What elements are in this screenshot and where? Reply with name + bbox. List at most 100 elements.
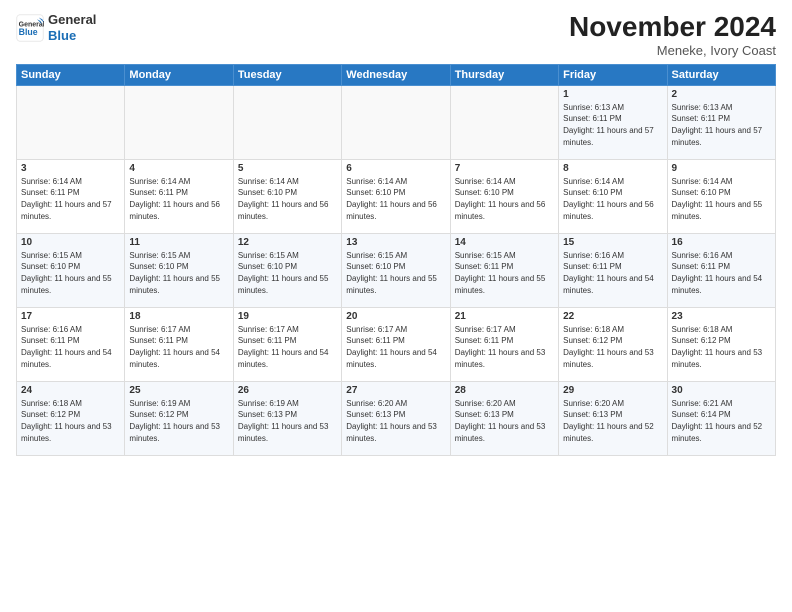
month-title: November 2024 bbox=[569, 12, 776, 43]
day-number: 28 bbox=[455, 385, 554, 396]
day-info: Sunrise: 6:15 AM Sunset: 6:10 PM Dayligh… bbox=[238, 250, 337, 296]
day-info: Sunrise: 6:21 AM Sunset: 6:14 PM Dayligh… bbox=[672, 398, 771, 444]
calendar-cell: 23Sunrise: 6:18 AM Sunset: 6:12 PM Dayli… bbox=[667, 307, 775, 381]
day-info: Sunrise: 6:16 AM Sunset: 6:11 PM Dayligh… bbox=[563, 250, 662, 296]
calendar-cell: 2Sunrise: 6:13 AM Sunset: 6:11 PM Daylig… bbox=[667, 85, 775, 159]
header-thursday: Thursday bbox=[450, 64, 558, 85]
calendar-cell: 10 Sunrise: 6:15 AM Sunset: 6:10 PM Dayli… bbox=[17, 233, 125, 307]
day-number: 6 bbox=[346, 163, 445, 174]
day-info: Sunrise: 6:14 AM Sunset: 6:11 PM Dayligh… bbox=[129, 176, 228, 222]
logo: General Blue General Blue bbox=[16, 12, 96, 43]
day-info: Sunrise: 6:18 AM Sunset: 6:12 PM Dayligh… bbox=[21, 398, 120, 444]
page: General Blue General Blue November 2024 … bbox=[0, 0, 792, 612]
svg-text:Blue: Blue bbox=[19, 27, 38, 37]
day-number: 8 bbox=[563, 163, 662, 174]
day-number: 16 bbox=[672, 237, 771, 248]
day-number: 17 bbox=[21, 311, 120, 322]
day-number: 27 bbox=[346, 385, 445, 396]
calendar-header: Sunday Monday Tuesday Wednesday Thursday… bbox=[17, 64, 776, 85]
day-info: Sunrise: 6:14 AM Sunset: 6:11 PM Dayligh… bbox=[21, 176, 120, 222]
day-number: 3 bbox=[21, 163, 120, 174]
day-info: Sunrise: 6:19 AM Sunset: 6:13 PM Dayligh… bbox=[238, 398, 337, 444]
day-number: 20 bbox=[346, 311, 445, 322]
calendar-cell: 5 Sunrise: 6:14 AM Sunset: 6:10 PM Daylig… bbox=[233, 159, 341, 233]
logo-blue: Blue bbox=[48, 28, 96, 44]
calendar-week-1: 1Sunrise: 6:13 AM Sunset: 6:11 PM Daylig… bbox=[17, 85, 776, 159]
day-number: 5 bbox=[238, 163, 337, 174]
calendar-cell: 21 Sunrise: 6:17 AM Sunset: 6:11 PM Dayli… bbox=[450, 307, 558, 381]
day-info: Sunrise: 6:14 AM Sunset: 6:10 PM Dayligh… bbox=[672, 176, 771, 222]
calendar-cell: 12 Sunrise: 6:15 AM Sunset: 6:10 PM Dayli… bbox=[233, 233, 341, 307]
day-info: Sunrise: 6:14 AM Sunset: 6:10 PM Dayligh… bbox=[455, 176, 554, 222]
logo-general: General bbox=[48, 12, 96, 28]
calendar-cell: 19 Sunrise: 6:17 AM Sunset: 6:11 PM Dayli… bbox=[233, 307, 341, 381]
day-number: 10 bbox=[21, 237, 120, 248]
day-info: Sunrise: 6:14 AM Sunset: 6:10 PM Dayligh… bbox=[238, 176, 337, 222]
calendar-week-3: 10 Sunrise: 6:15 AM Sunset: 6:10 PM Dayli… bbox=[17, 233, 776, 307]
calendar-cell: 30 Sunrise: 6:21 AM Sunset: 6:14 PM Dayli… bbox=[667, 381, 775, 455]
calendar-week-2: 3 Sunrise: 6:14 AM Sunset: 6:11 PM Daylig… bbox=[17, 159, 776, 233]
day-number: 21 bbox=[455, 311, 554, 322]
calendar-cell bbox=[233, 85, 341, 159]
calendar-cell: 13 Sunrise: 6:15 AM Sunset: 6:10 PM Dayli… bbox=[342, 233, 450, 307]
calendar-cell: 26 Sunrise: 6:19 AM Sunset: 6:13 PM Dayli… bbox=[233, 381, 341, 455]
day-number: 13 bbox=[346, 237, 445, 248]
calendar-cell: 28 Sunrise: 6:20 AM Sunset: 6:13 PM Dayli… bbox=[450, 381, 558, 455]
day-info: Sunrise: 6:15 AM Sunset: 6:10 PM Dayligh… bbox=[129, 250, 228, 296]
calendar-cell: 9 Sunrise: 6:14 AM Sunset: 6:10 PM Daylig… bbox=[667, 159, 775, 233]
day-info: Sunrise: 6:14 AM Sunset: 6:10 PM Dayligh… bbox=[563, 176, 662, 222]
day-number: 24 bbox=[21, 385, 120, 396]
calendar-week-4: 17 Sunrise: 6:16 AM Sunset: 6:11 PM Dayli… bbox=[17, 307, 776, 381]
calendar-cell: 7 Sunrise: 6:14 AM Sunset: 6:10 PM Daylig… bbox=[450, 159, 558, 233]
day-number: 26 bbox=[238, 385, 337, 396]
header: General Blue General Blue November 2024 … bbox=[16, 12, 776, 58]
day-info: Sunrise: 6:18 AM Sunset: 6:12 PM Dayligh… bbox=[563, 324, 662, 370]
day-number: 29 bbox=[563, 385, 662, 396]
day-info: Sunrise: 6:14 AM Sunset: 6:10 PM Dayligh… bbox=[346, 176, 445, 222]
day-number: 23 bbox=[672, 311, 771, 322]
day-info: Sunrise: 6:17 AM Sunset: 6:11 PM Dayligh… bbox=[238, 324, 337, 370]
calendar-week-5: 24 Sunrise: 6:18 AM Sunset: 6:12 PM Dayli… bbox=[17, 381, 776, 455]
calendar-cell: 16 Sunrise: 6:16 AM Sunset: 6:11 PM Dayli… bbox=[667, 233, 775, 307]
calendar-cell: 15Sunrise: 6:16 AM Sunset: 6:11 PM Dayli… bbox=[559, 233, 667, 307]
day-number: 11 bbox=[129, 237, 228, 248]
day-number: 18 bbox=[129, 311, 228, 322]
calendar-cell: 4 Sunrise: 6:14 AM Sunset: 6:11 PM Daylig… bbox=[125, 159, 233, 233]
day-number: 25 bbox=[129, 385, 228, 396]
calendar-cell bbox=[450, 85, 558, 159]
day-info: Sunrise: 6:16 AM Sunset: 6:11 PM Dayligh… bbox=[21, 324, 120, 370]
location-subtitle: Meneke, Ivory Coast bbox=[569, 43, 776, 58]
day-number: 30 bbox=[672, 385, 771, 396]
day-info: Sunrise: 6:20 AM Sunset: 6:13 PM Dayligh… bbox=[346, 398, 445, 444]
header-tuesday: Tuesday bbox=[233, 64, 341, 85]
header-sunday: Sunday bbox=[17, 64, 125, 85]
calendar-cell: 17 Sunrise: 6:16 AM Sunset: 6:11 PM Dayli… bbox=[17, 307, 125, 381]
calendar-cell: 24 Sunrise: 6:18 AM Sunset: 6:12 PM Dayli… bbox=[17, 381, 125, 455]
calendar-cell: 22Sunrise: 6:18 AM Sunset: 6:12 PM Dayli… bbox=[559, 307, 667, 381]
calendar-cell bbox=[17, 85, 125, 159]
day-info: Sunrise: 6:15 AM Sunset: 6:10 PM Dayligh… bbox=[21, 250, 120, 296]
day-info: Sunrise: 6:16 AM Sunset: 6:11 PM Dayligh… bbox=[672, 250, 771, 296]
day-number: 4 bbox=[129, 163, 228, 174]
day-info: Sunrise: 6:20 AM Sunset: 6:13 PM Dayligh… bbox=[455, 398, 554, 444]
day-info: Sunrise: 6:19 AM Sunset: 6:12 PM Dayligh… bbox=[129, 398, 228, 444]
logo-text: General Blue bbox=[48, 12, 96, 43]
header-row: Sunday Monday Tuesday Wednesday Thursday… bbox=[17, 64, 776, 85]
calendar-cell: 25 Sunrise: 6:19 AM Sunset: 6:12 PM Dayli… bbox=[125, 381, 233, 455]
day-info: Sunrise: 6:17 AM Sunset: 6:11 PM Dayligh… bbox=[455, 324, 554, 370]
day-number: 12 bbox=[238, 237, 337, 248]
day-info: Sunrise: 6:20 AM Sunset: 6:13 PM Dayligh… bbox=[563, 398, 662, 444]
calendar-cell: 18Sunrise: 6:17 AM Sunset: 6:11 PM Dayli… bbox=[125, 307, 233, 381]
day-number: 7 bbox=[455, 163, 554, 174]
header-monday: Monday bbox=[125, 64, 233, 85]
title-block: November 2024 Meneke, Ivory Coast bbox=[569, 12, 776, 58]
day-number: 9 bbox=[672, 163, 771, 174]
header-saturday: Saturday bbox=[667, 64, 775, 85]
header-wednesday: Wednesday bbox=[342, 64, 450, 85]
day-number: 1 bbox=[563, 89, 662, 100]
day-info: Sunrise: 6:15 AM Sunset: 6:10 PM Dayligh… bbox=[346, 250, 445, 296]
calendar-cell: 3 Sunrise: 6:14 AM Sunset: 6:11 PM Daylig… bbox=[17, 159, 125, 233]
day-number: 19 bbox=[238, 311, 337, 322]
calendar-cell: 11 Sunrise: 6:15 AM Sunset: 6:10 PM Dayli… bbox=[125, 233, 233, 307]
calendar-cell: 14Sunrise: 6:15 AM Sunset: 6:11 PM Dayli… bbox=[450, 233, 558, 307]
